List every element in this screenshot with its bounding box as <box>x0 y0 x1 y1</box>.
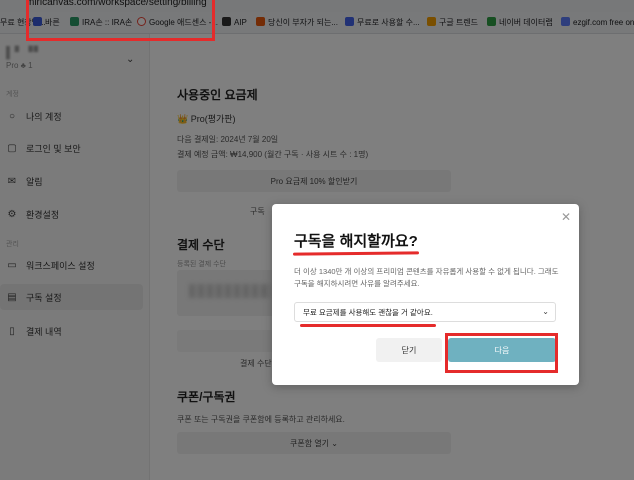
dialog-description: 더 이상 1340만 개 이상의 프리미엄 콘텐츠를 자유롭게 사용할 수 없게… <box>294 267 559 288</box>
chevron-down-icon: ⌄ <box>542 307 549 316</box>
url-highlight-box <box>26 0 215 41</box>
title-highlight-underline <box>292 251 420 256</box>
reason-highlight-underline <box>300 324 436 327</box>
selected-reason: 무료 요금제를 사용해도 괜찮을 거 같아요. <box>303 307 433 317</box>
next-button-highlight-box <box>445 333 558 373</box>
close-button[interactable]: 닫기 <box>376 338 442 362</box>
close-icon[interactable]: ✕ <box>561 210 571 224</box>
dialog-title: 구독을 해지할까요? <box>294 233 418 250</box>
cancel-reason-select[interactable]: 무료 요금제를 사용해도 괜찮을 거 같아요. ⌄ <box>294 302 556 322</box>
